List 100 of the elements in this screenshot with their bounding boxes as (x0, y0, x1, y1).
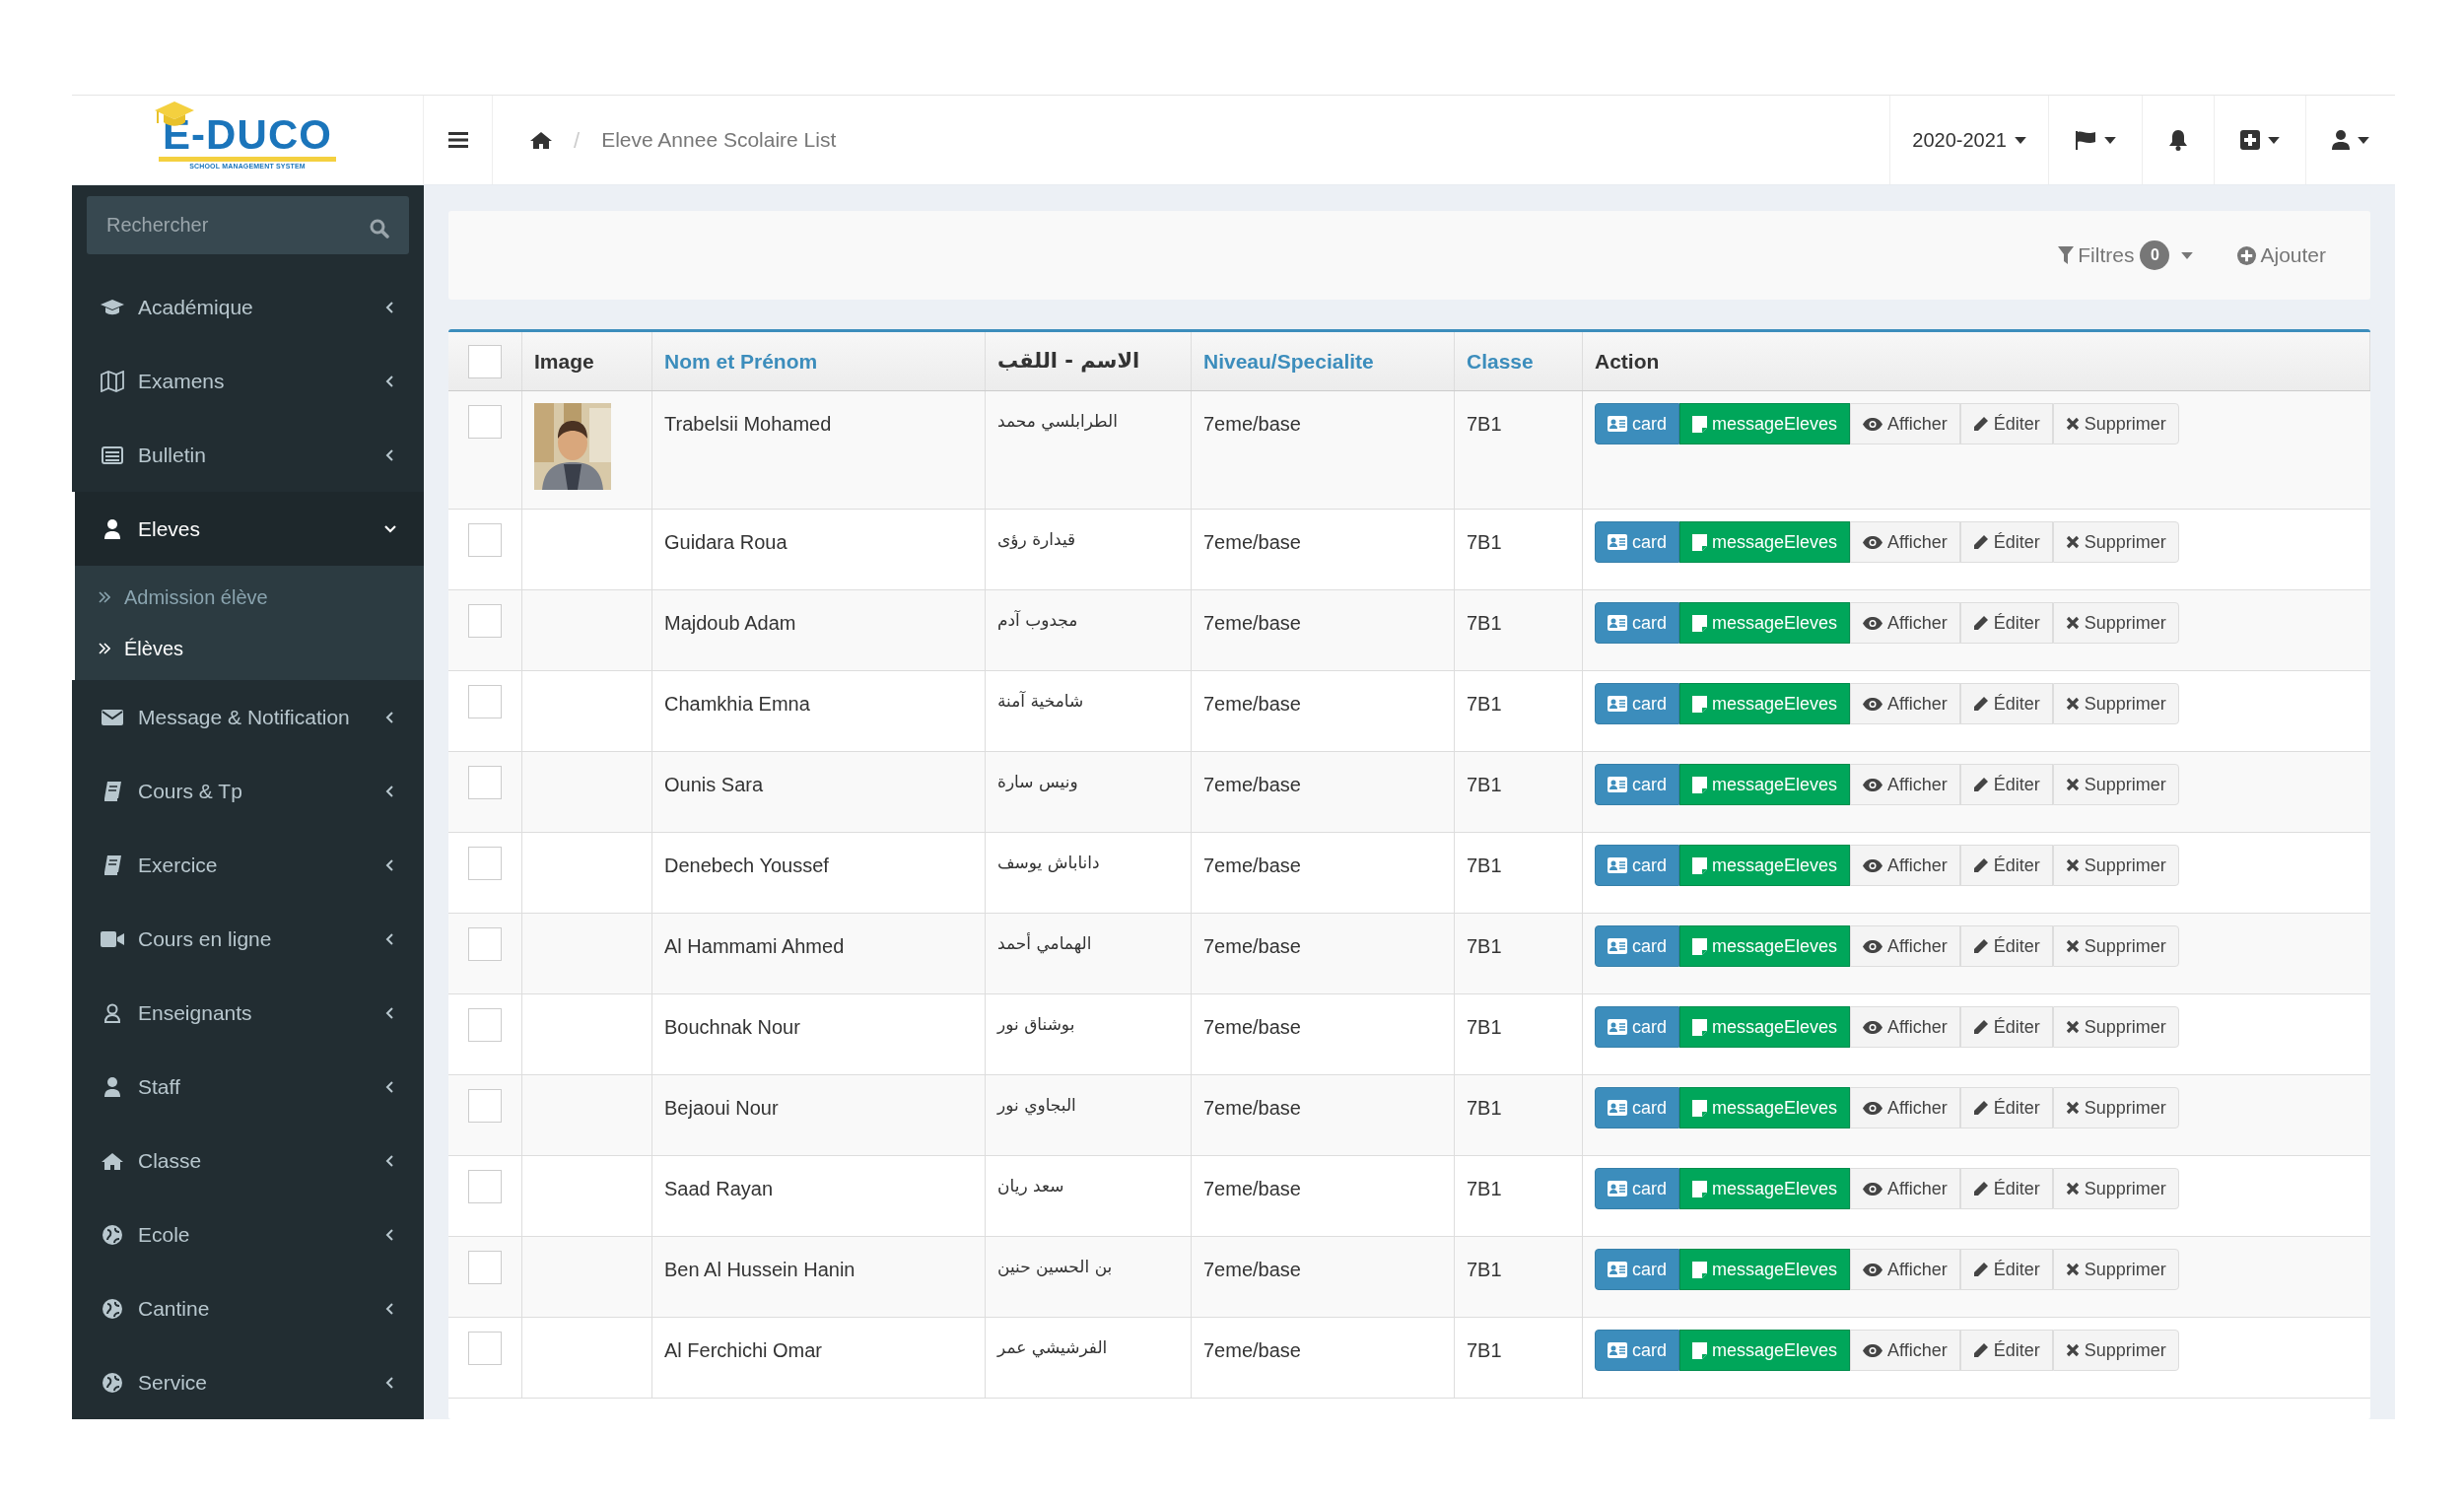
view-button[interactable]: Afficher (1850, 1330, 1960, 1371)
user-outline-icon (104, 1002, 120, 1023)
sidebar-item[interactable]: Cours en ligne (72, 902, 424, 976)
edit-button[interactable]: Éditer (1959, 1006, 2053, 1048)
delete-button[interactable]: Supprimer (2052, 683, 2179, 724)
checkbox[interactable] (468, 847, 502, 880)
delete-button[interactable]: Supprimer (2052, 521, 2179, 563)
sidebar-item[interactable]: Message & Notification (72, 680, 424, 754)
submenu-item[interactable]: Élèves (75, 623, 424, 674)
delete-button[interactable]: Supprimer (2052, 1087, 2179, 1128)
sidebar-item[interactable]: Exercice (72, 828, 424, 902)
edit-button[interactable]: Éditer (1959, 764, 2053, 805)
view-button[interactable]: Afficher (1850, 521, 1960, 563)
delete-button[interactable]: Supprimer (2052, 1006, 2179, 1048)
chevron-left-icon (384, 785, 396, 797)
card-button[interactable]: card (1595, 1087, 1679, 1128)
sidebar-item[interactable]: Classe (72, 1124, 424, 1197)
add-button[interactable]: Ajouter (2237, 239, 2326, 271)
edit-button[interactable]: Éditer (1959, 1249, 2053, 1290)
edit-button[interactable]: Éditer (1959, 521, 2053, 563)
card-button[interactable]: card (1595, 925, 1679, 967)
checkbox[interactable] (468, 1170, 502, 1203)
caret-icon (2104, 136, 2116, 144)
view-button[interactable]: Afficher (1850, 925, 1960, 967)
delete-button[interactable]: Supprimer (2052, 1249, 2179, 1290)
delete-button[interactable]: Supprimer (2052, 1330, 2179, 1371)
sidebar-item[interactable]: Examens (72, 344, 424, 418)
table-cell: البجاوي نور (997, 1095, 1076, 1115)
chevron-left-icon (384, 301, 396, 313)
view-button[interactable]: Afficher (1850, 1249, 1960, 1290)
card-button[interactable]: card (1595, 1168, 1679, 1209)
card-button[interactable]: card (1595, 403, 1679, 444)
card-button[interactable]: card (1595, 1006, 1679, 1048)
checkbox[interactable] (468, 685, 502, 718)
view-button[interactable]: Afficher (1850, 1087, 1960, 1128)
sidebar-item[interactable]: Cantine (72, 1271, 424, 1345)
card-button[interactable]: card (1595, 845, 1679, 886)
edit-button[interactable]: Éditer (1959, 683, 2053, 724)
sidebar-item[interactable]: Eleves (72, 492, 424, 566)
sidebar-item[interactable]: Staff (72, 1050, 424, 1124)
card-button[interactable]: card (1595, 1249, 1679, 1290)
pencil-icon (1972, 1342, 1989, 1358)
checkbox[interactable] (468, 405, 502, 439)
id-card-icon (1608, 615, 1627, 631)
view-button[interactable]: Afficher (1850, 1168, 1960, 1209)
delete-button[interactable]: Supprimer (2052, 925, 2179, 967)
card-button[interactable]: card (1595, 683, 1679, 724)
delete-button[interactable]: Supprimer (2052, 845, 2179, 886)
id-card-icon (1608, 1181, 1627, 1196)
video-camera-icon (101, 930, 124, 947)
view-button[interactable]: Afficher (1850, 764, 1960, 805)
edit-button[interactable]: Éditer (1959, 602, 2053, 644)
delete-button[interactable]: Supprimer (2052, 602, 2179, 644)
checkbox[interactable] (468, 927, 502, 961)
count-badge: 0 (2140, 240, 2170, 270)
edit-button[interactable]: Éditer (1959, 1087, 2053, 1128)
edit-button[interactable]: Éditer (1959, 845, 2053, 886)
checkbox[interactable] (468, 766, 502, 799)
year-dropdown[interactable]: 2020-2021 (1889, 96, 2048, 184)
home-link[interactable] (530, 131, 552, 149)
edit-button[interactable]: Éditer (1959, 1168, 2053, 1209)
checkbox[interactable] (468, 344, 502, 378)
globe-icon (103, 1224, 122, 1245)
checkbox[interactable] (468, 1089, 502, 1123)
chevron-left-icon (384, 448, 396, 461)
checkbox[interactable] (468, 1251, 502, 1284)
filters-dropdown[interactable]: Filtres 0 (2058, 239, 2194, 271)
sidebar-item[interactable]: Bulletin (72, 418, 424, 492)
sidebar-item[interactable]: Service (72, 1345, 424, 1419)
submenu-item[interactable]: Admission élève (75, 572, 424, 623)
table-cell: 7B1 (1467, 855, 1502, 876)
delete-button[interactable]: Supprimer (2052, 403, 2179, 444)
edit-button[interactable]: Éditer (1959, 1330, 2053, 1371)
view-button[interactable]: Afficher (1850, 845, 1960, 886)
view-button[interactable]: Afficher (1850, 683, 1960, 724)
card-button[interactable]: card (1595, 521, 1679, 563)
home-icon (530, 131, 552, 149)
sidebar-item[interactable]: Ecole (72, 1197, 424, 1271)
edit-button[interactable]: Éditer (1959, 925, 2053, 967)
delete-button[interactable]: Supprimer (2052, 1168, 2179, 1209)
edit-button[interactable]: Éditer (1959, 403, 2053, 444)
sidebar-item[interactable]: Académique (72, 270, 424, 344)
checkbox[interactable] (468, 1008, 502, 1042)
sidebar-item[interactable]: Enseignants (72, 976, 424, 1050)
chevron-left-icon (384, 1302, 396, 1315)
search-field[interactable]: Rechercher (87, 196, 409, 254)
view-button[interactable]: Afficher (1850, 1006, 1960, 1048)
checkbox[interactable] (468, 1332, 502, 1365)
delete-button[interactable]: Supprimer (2052, 764, 2179, 805)
eye-icon (1863, 417, 1883, 431)
card-button[interactable]: card (1595, 602, 1679, 644)
sidebar-item[interactable]: Cours & Tp (72, 754, 424, 828)
card-button[interactable]: card (1595, 764, 1679, 805)
checkbox[interactable] (468, 604, 502, 638)
view-button[interactable]: Afficher (1850, 403, 1960, 444)
view-button[interactable]: Afficher (1850, 602, 1960, 644)
checkbox[interactable] (468, 523, 502, 557)
close-icon (2065, 1182, 2080, 1196)
card-button[interactable]: card (1595, 1330, 1679, 1371)
table-cell: شامخية آمنة (997, 691, 1084, 711)
